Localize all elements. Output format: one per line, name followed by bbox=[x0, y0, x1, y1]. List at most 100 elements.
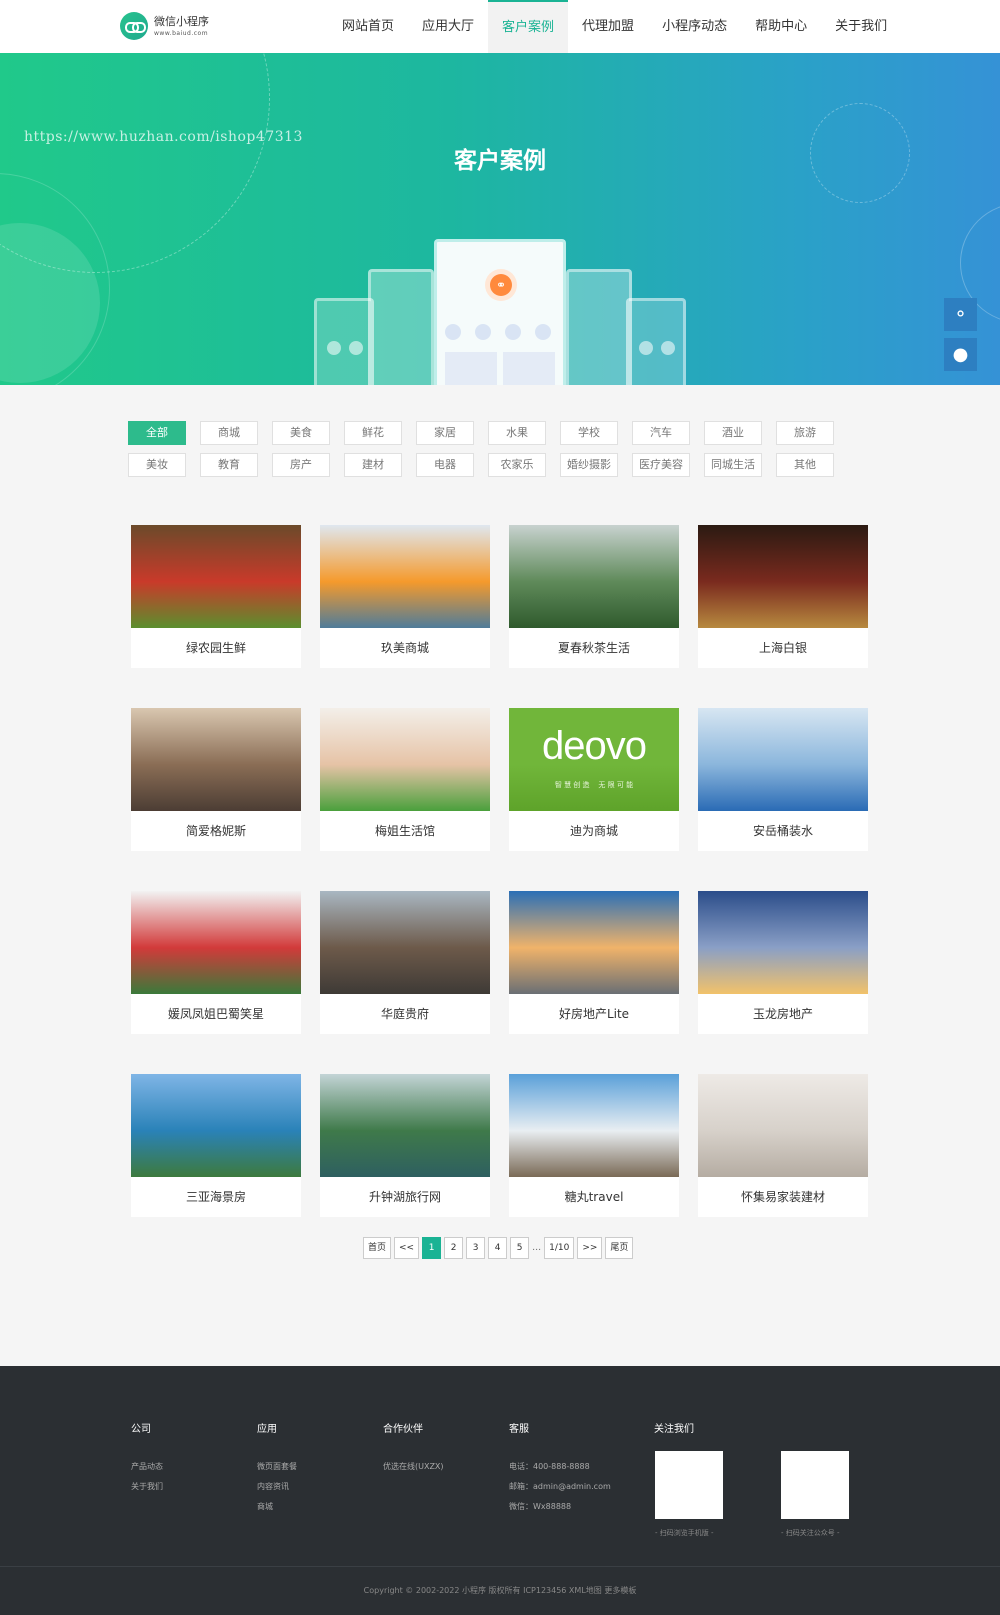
page-button[interactable]: 3 bbox=[466, 1237, 486, 1259]
case-title[interactable]: 怀集易家装建材 bbox=[698, 1177, 868, 1217]
filter-tag[interactable]: 美食 bbox=[272, 421, 330, 445]
footer-link[interactable]: 产品动态 bbox=[131, 1457, 163, 1477]
case-card[interactable]: deovo 智 慧 创 造 无 限 可 能迪为商城 bbox=[509, 708, 679, 851]
case-thumbnail[interactable]: deovo 智 慧 创 造 无 限 可 能 bbox=[509, 708, 679, 811]
page-button[interactable]: >> bbox=[577, 1237, 603, 1259]
case-title[interactable]: 华庭贵府 bbox=[320, 994, 490, 1034]
case-card[interactable]: 上海白银 bbox=[698, 525, 868, 668]
filter-tag[interactable]: 酒业 bbox=[704, 421, 762, 445]
case-title[interactable]: 媛凤凤姐巴蜀笑星 bbox=[131, 994, 301, 1034]
nav-item[interactable]: 关于我们 bbox=[821, 0, 901, 53]
case-title[interactable]: 绿农园生鲜 bbox=[131, 628, 301, 668]
page-button[interactable]: 1 bbox=[422, 1237, 442, 1259]
page-button[interactable]: 1/10 bbox=[544, 1237, 575, 1259]
case-card[interactable]: 简爱格妮斯 bbox=[131, 708, 301, 851]
case-card[interactable]: 华庭贵府 bbox=[320, 891, 490, 1034]
case-title[interactable]: 夏春秋茶生活 bbox=[509, 628, 679, 668]
case-title[interactable]: 上海白银 bbox=[698, 628, 868, 668]
case-card[interactable]: 玖美商城 bbox=[320, 525, 490, 668]
site-header: 微信小程序 www.baiud.com 网站首页 应用大厅 客户案例 代理加盟 小程序动… bbox=[0, 0, 1000, 53]
page-button[interactable]: 4 bbox=[488, 1237, 508, 1259]
case-title[interactable]: 玉龙房地产 bbox=[698, 994, 868, 1034]
filter-tag[interactable]: 电器 bbox=[416, 453, 474, 477]
nav-item[interactable]: 小程序动态 bbox=[648, 0, 741, 53]
nav-item[interactable]: 客户案例 bbox=[488, 0, 569, 53]
filter-tag[interactable]: 水果 bbox=[488, 421, 546, 445]
footer-link[interactable]: 关于我们 bbox=[131, 1477, 163, 1497]
case-card[interactable]: 怀集易家装建材 bbox=[698, 1074, 868, 1217]
case-card[interactable]: 糖丸travel bbox=[509, 1074, 679, 1217]
filter-tag[interactable]: 学校 bbox=[560, 421, 618, 445]
filter-tag[interactable]: 全部 bbox=[128, 421, 186, 445]
case-title[interactable]: 安岳桶装水 bbox=[698, 811, 868, 851]
case-card[interactable]: 三亚海景房 bbox=[131, 1074, 301, 1217]
case-title[interactable]: 梅姐生活馆 bbox=[320, 811, 490, 851]
nav-item[interactable]: 网站首页 bbox=[328, 0, 408, 53]
footer-link[interactable]: 商城 bbox=[257, 1497, 297, 1517]
case-thumbnail[interactable] bbox=[698, 891, 868, 994]
footer-col-title: 公司 bbox=[131, 1424, 151, 1435]
page-button[interactable]: 2 bbox=[444, 1237, 464, 1259]
case-thumbnail[interactable] bbox=[698, 708, 868, 811]
case-card[interactable]: 升钟湖旅行网 bbox=[320, 1074, 490, 1217]
case-thumbnail[interactable] bbox=[131, 708, 301, 811]
filter-tag[interactable]: 家居 bbox=[416, 421, 474, 445]
filter-tag[interactable]: 商城 bbox=[200, 421, 258, 445]
qq-icon[interactable]: ● bbox=[944, 338, 977, 371]
nav-item[interactable]: 代理加盟 bbox=[568, 0, 648, 53]
case-title[interactable]: 迪为商城 bbox=[509, 811, 679, 851]
case-thumbnail[interactable] bbox=[131, 525, 301, 628]
footer-phone: 电话：400-888-8888 bbox=[509, 1462, 590, 1471]
filter-tag[interactable]: 婚纱摄影 bbox=[560, 453, 618, 477]
case-thumbnail[interactable] bbox=[698, 525, 868, 628]
case-title[interactable]: 好房地产Lite bbox=[509, 994, 679, 1034]
case-thumbnail[interactable] bbox=[509, 525, 679, 628]
case-card[interactable]: 玉龙房地产 bbox=[698, 891, 868, 1034]
case-title[interactable]: 三亚海景房 bbox=[131, 1177, 301, 1217]
case-thumbnail[interactable] bbox=[320, 525, 490, 628]
filter-tag[interactable]: 其他 bbox=[776, 453, 834, 477]
nav-item[interactable]: 帮助中心 bbox=[741, 0, 821, 53]
case-thumbnail[interactable] bbox=[320, 1074, 490, 1177]
case-title[interactable]: 简爱格妮斯 bbox=[131, 811, 301, 851]
filter-tag[interactable]: 教育 bbox=[200, 453, 258, 477]
site-logo[interactable]: 微信小程序 www.baiud.com bbox=[120, 12, 209, 40]
case-card[interactable]: 绿农园生鲜 bbox=[131, 525, 301, 668]
case-title[interactable]: 糖丸travel bbox=[509, 1177, 679, 1217]
qr-caption: - 扫码浏览手机版 - bbox=[655, 1529, 714, 1537]
case-card[interactable]: 安岳桶装水 bbox=[698, 708, 868, 851]
case-card[interactable]: 梅姐生活馆 bbox=[320, 708, 490, 851]
page-button[interactable]: 5 bbox=[510, 1237, 530, 1259]
case-thumbnail[interactable] bbox=[320, 891, 490, 994]
footer-link[interactable]: 内容资讯 bbox=[257, 1477, 297, 1497]
filter-tag[interactable]: 汽车 bbox=[632, 421, 690, 445]
filter-tag[interactable]: 旅游 bbox=[776, 421, 834, 445]
footer-link[interactable]: 微页面套餐 bbox=[257, 1457, 297, 1477]
filter-row: 全部 商城 美食 鲜花 家居 水果 学校 汽车 酒业 旅游 bbox=[128, 421, 848, 445]
case-thumbnail[interactable] bbox=[131, 1074, 301, 1177]
case-title[interactable]: 玖美商城 bbox=[320, 628, 490, 668]
filter-tag[interactable]: 医疗美容 bbox=[632, 453, 690, 477]
nav-item[interactable]: 应用大厅 bbox=[408, 0, 488, 53]
case-title[interactable]: 升钟湖旅行网 bbox=[320, 1177, 490, 1217]
case-thumbnail[interactable] bbox=[509, 891, 679, 994]
phone-illustration-main: ⚭ bbox=[434, 239, 566, 385]
wechat-icon[interactable]: ⚬ bbox=[944, 298, 977, 331]
page-button[interactable]: 尾页 bbox=[605, 1237, 634, 1259]
case-card[interactable]: 媛凤凤姐巴蜀笑星 bbox=[131, 891, 301, 1034]
page-button[interactable]: 首页 bbox=[363, 1237, 392, 1259]
case-thumbnail[interactable] bbox=[320, 708, 490, 811]
filter-tag[interactable]: 建材 bbox=[344, 453, 402, 477]
filter-tag[interactable]: 房产 bbox=[272, 453, 330, 477]
filter-tag[interactable]: 同城生活 bbox=[704, 453, 762, 477]
case-thumbnail[interactable] bbox=[698, 1074, 868, 1177]
filter-tag[interactable]: 鲜花 bbox=[344, 421, 402, 445]
footer-link[interactable]: 优选在线(UXZX) bbox=[383, 1457, 444, 1477]
page-button[interactable]: << bbox=[394, 1237, 420, 1259]
filter-tag[interactable]: 美妆 bbox=[128, 453, 186, 477]
filter-tag[interactable]: 农家乐 bbox=[488, 453, 546, 477]
case-card[interactable]: 夏春秋茶生活 bbox=[509, 525, 679, 668]
case-card[interactable]: 好房地产Lite bbox=[509, 891, 679, 1034]
case-thumbnail[interactable] bbox=[131, 891, 301, 994]
case-thumbnail[interactable] bbox=[509, 1074, 679, 1177]
